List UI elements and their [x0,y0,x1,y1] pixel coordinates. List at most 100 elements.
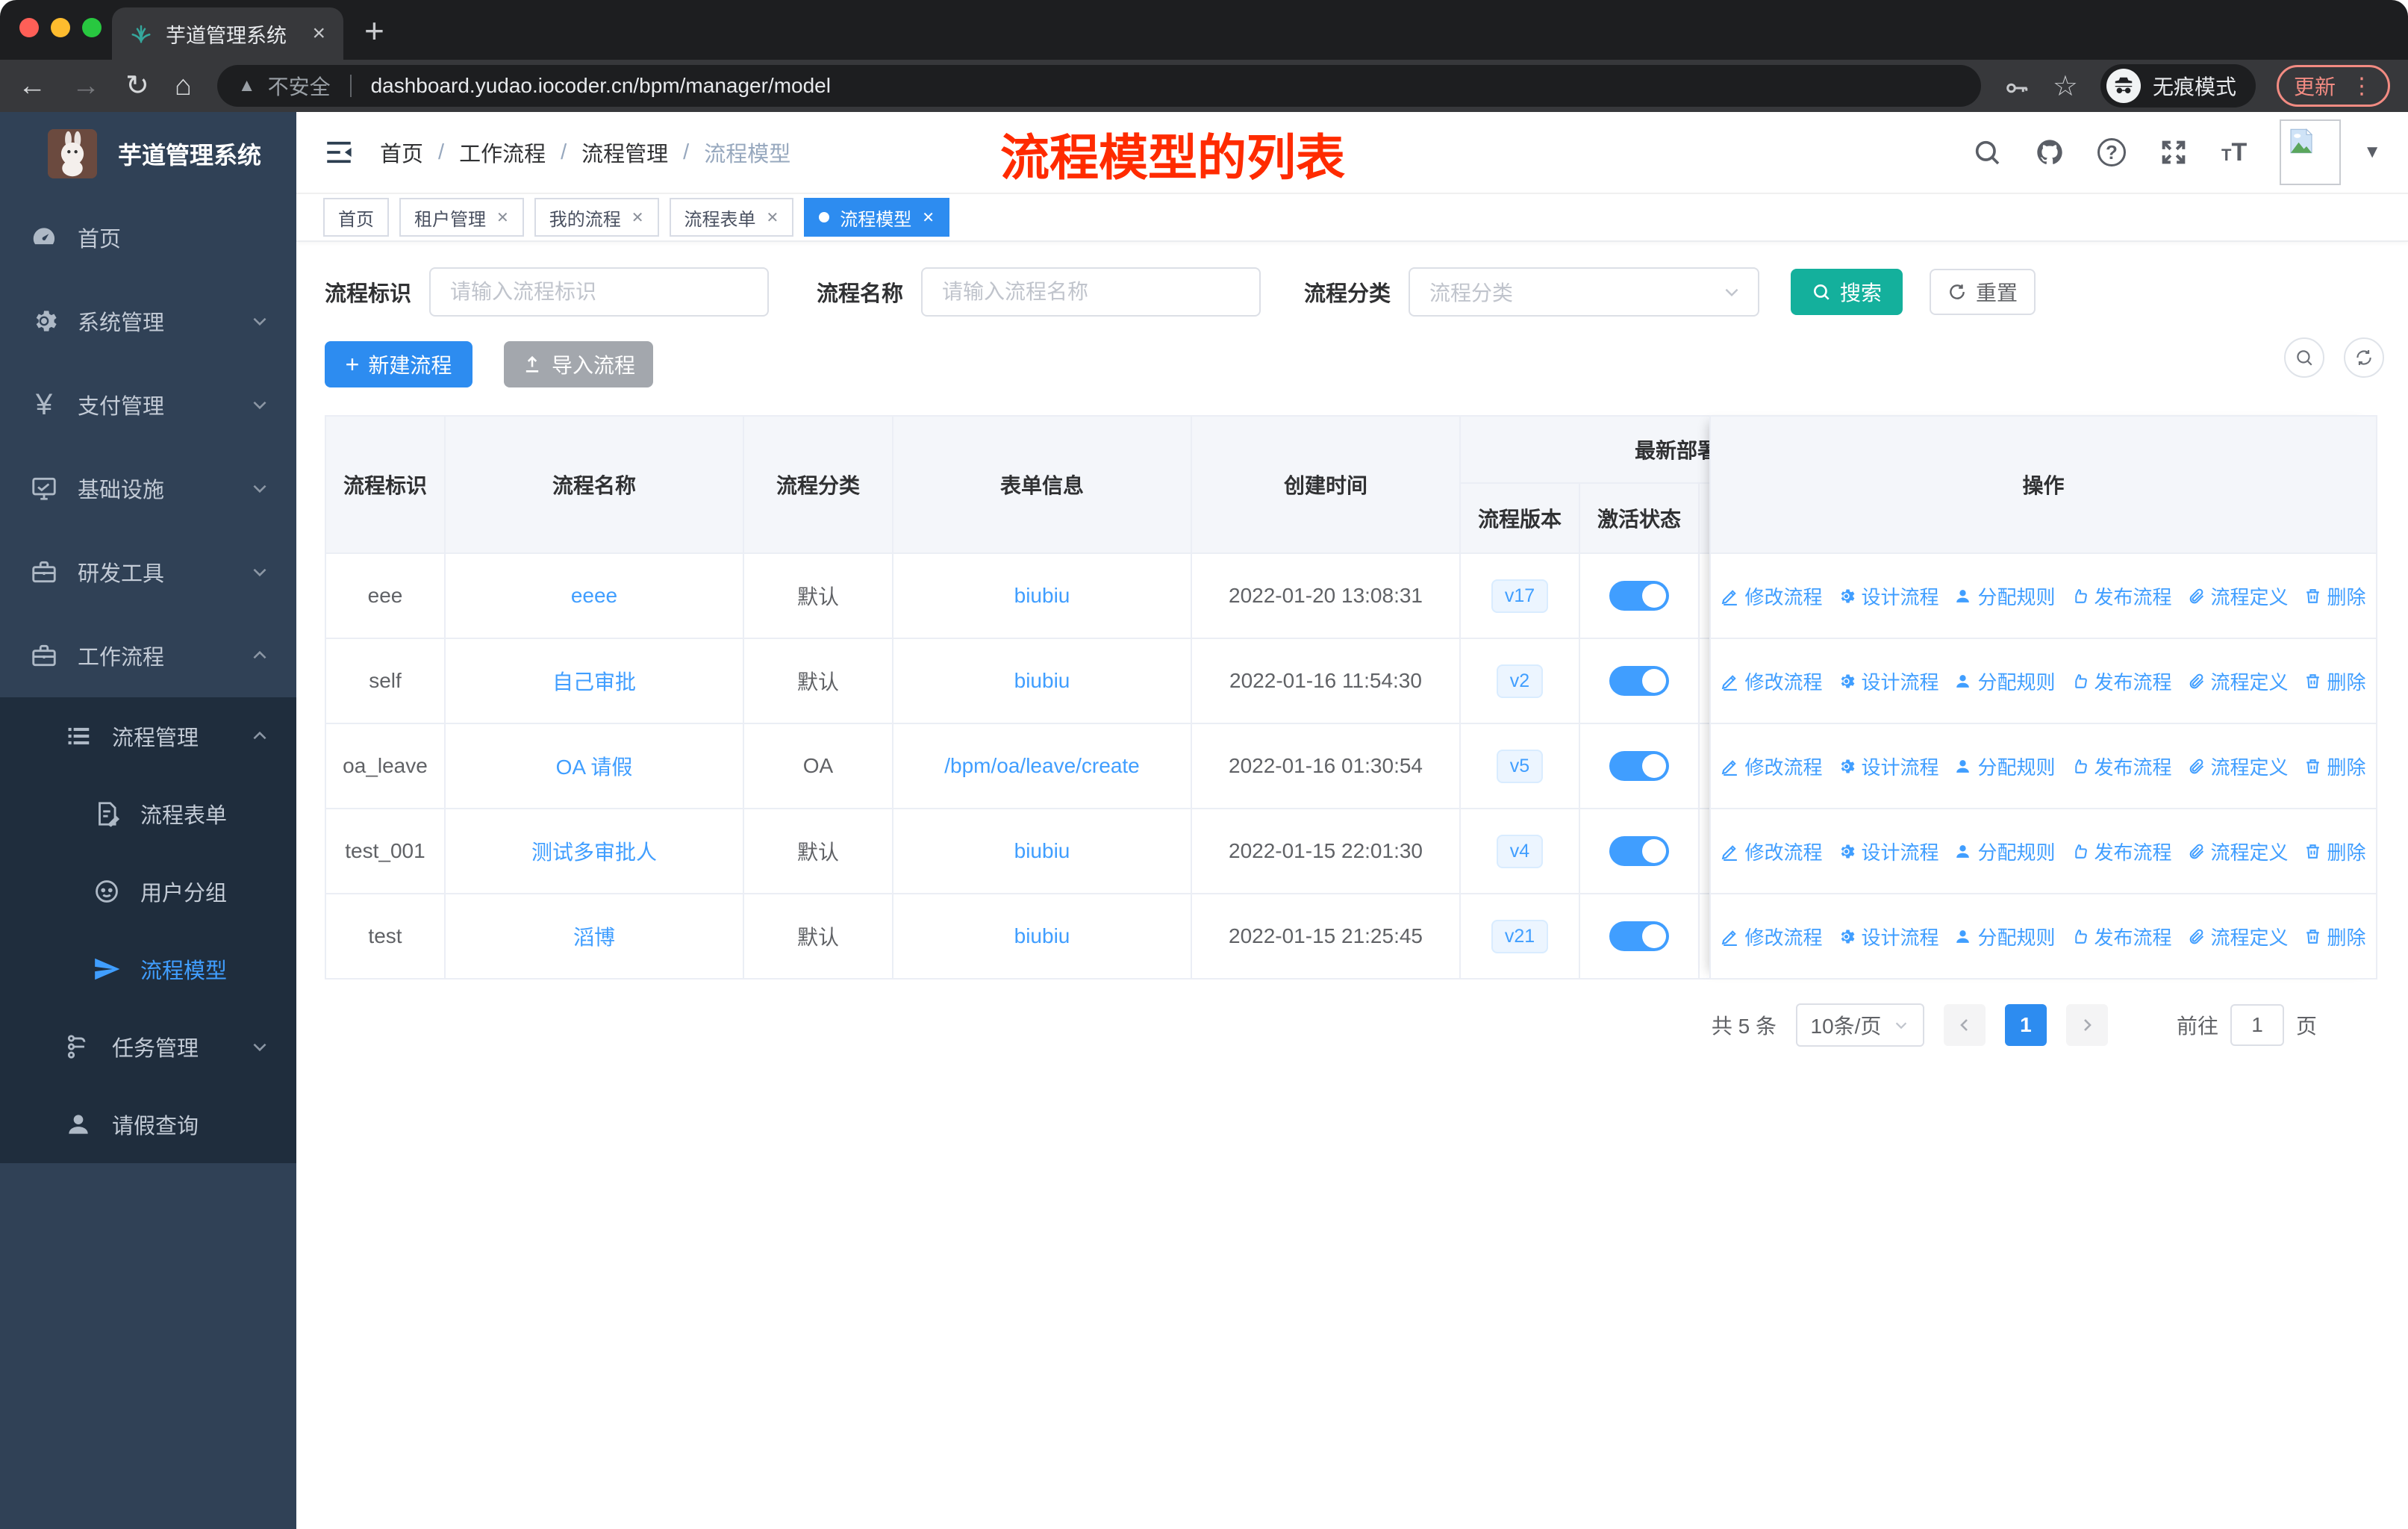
process-definition-link[interactable]: 流程定义 [2187,667,2289,695]
toggle-search-button[interactable] [2284,337,2324,378]
sidebar-item-task-manage[interactable]: 任务管理 [0,1008,296,1086]
process-name-link[interactable]: 滔博 [573,921,615,951]
publish-process-link[interactable]: 发布流程 [2071,753,2172,780]
sidebar-item-infrastructure[interactable]: 基础设施 [0,446,296,530]
avatar[interactable] [2280,119,2342,185]
goto-page-input[interactable] [2230,1004,2284,1046]
process-definition-link[interactable]: 流程定义 [2187,753,2289,780]
design-process-link[interactable]: 设计流程 [1837,753,1938,780]
tag-close-icon[interactable]: ✕ [631,208,644,227]
process-definition-link[interactable]: 流程定义 [2187,582,2289,610]
security-warning-icon[interactable]: ▲ [238,75,256,96]
search-button[interactable]: 搜索 [1791,269,1903,315]
refresh-table-button[interactable] [2344,337,2384,378]
sidebar-item-leave-query[interactable]: 请假查询 [0,1086,296,1163]
form-link[interactable]: biubiu [1014,924,1070,948]
github-icon[interactable] [2035,137,2065,167]
browser-tab[interactable]: 芋道管理系统 × [112,7,343,60]
tag-close-icon[interactable]: ✕ [767,208,779,227]
import-process-button[interactable]: 导入流程 [504,341,653,387]
help-icon[interactable]: ? [2097,138,2126,166]
assign-rule-link[interactable]: 分配规则 [1953,753,2056,780]
tag-process-model[interactable]: 流程模型 ✕ [804,198,950,237]
sidebar-item-home[interactable]: 首页 [0,196,296,279]
edit-process-link[interactable]: 修改流程 [1721,923,1822,950]
edit-process-link[interactable]: 修改流程 [1721,753,1822,780]
tag-tenant[interactable]: 租户管理 ✕ [399,198,524,237]
active-toggle[interactable] [1609,921,1669,951]
next-page-button[interactable] [2065,1004,2108,1046]
design-process-link[interactable]: 设计流程 [1837,838,1938,865]
edit-process-link[interactable]: 修改流程 [1721,838,1822,865]
search-icon[interactable] [1972,137,2002,167]
reload-icon[interactable]: ↻ [125,72,149,100]
active-toggle[interactable] [1609,666,1669,696]
sidebar-item-payment[interactable]: ¥ 支付管理 [0,363,296,446]
sidebar-item-devtools[interactable]: 研发工具 [0,530,296,614]
process-name-link[interactable]: OA 请假 [556,751,633,781]
category-select[interactable]: 流程分类 [1409,267,1760,317]
tag-close-icon[interactable]: ✕ [922,208,935,227]
forward-icon[interactable]: → [72,72,100,100]
process-name-input[interactable] [921,267,1261,317]
design-process-link[interactable]: 设计流程 [1837,923,1938,950]
process-definition-link[interactable]: 流程定义 [2187,838,2289,865]
tab-close-icon[interactable]: × [312,21,325,46]
delete-link[interactable]: 删除 [2303,753,2366,780]
assign-rule-link[interactable]: 分配规则 [1953,923,2056,950]
edit-process-link[interactable]: 修改流程 [1721,667,1822,695]
publish-process-link[interactable]: 发布流程 [2071,923,2172,950]
active-toggle[interactable] [1609,581,1669,611]
browser-menu-icon[interactable]: ⋮ [2351,73,2373,99]
sidebar-fold-icon[interactable] [323,137,355,168]
caret-down-icon[interactable]: ▼ [2363,142,2381,163]
form-link[interactable]: biubiu [1014,669,1070,693]
tag-my-process[interactable]: 我的流程 ✕ [534,198,659,237]
form-link[interactable]: /bpm/oa/leave/create [944,754,1140,778]
process-key-input[interactable] [429,267,770,317]
publish-process-link[interactable]: 发布流程 [2071,582,2172,610]
sidebar-item-user-group[interactable]: 用户分组 [0,853,296,930]
process-name-link[interactable]: 自己审批 [552,666,636,696]
process-name-link[interactable]: eeee [571,584,617,608]
new-tab-button[interactable]: + [364,10,384,51]
delete-link[interactable]: 删除 [2303,923,2366,950]
delete-link[interactable]: 删除 [2303,582,2366,610]
page-number-current[interactable]: 1 [2004,1004,2047,1046]
breadcrumb-process-manage[interactable]: 流程管理 [581,137,668,168]
sidebar-item-process-model[interactable]: 流程模型 [0,930,296,1008]
edit-process-link[interactable]: 修改流程 [1721,582,1822,610]
process-name-link[interactable]: 测试多审批人 [531,836,657,866]
assign-rule-link[interactable]: 分配规则 [1953,838,2056,865]
delete-link[interactable]: 删除 [2303,838,2366,865]
process-definition-link[interactable]: 流程定义 [2187,923,2289,950]
sidebar-item-process-manage[interactable]: 流程管理 [0,697,296,775]
design-process-link[interactable]: 设计流程 [1837,582,1938,610]
sidebar-item-process-form[interactable]: 流程表单 [0,775,296,853]
browser-update-button[interactable]: 更新 ⋮ [2276,65,2390,107]
page-size-select[interactable]: 10条/页 [1795,1003,1924,1047]
fullscreen-icon[interactable] [2159,137,2189,167]
reset-button[interactable]: 重置 [1930,269,2036,315]
address-bar[interactable]: ▲ 不安全 dashboard.yudao.iocoder.cn/bpm/man… [216,65,1981,107]
tag-process-form[interactable]: 流程表单 ✕ [669,198,794,237]
maximize-window-button[interactable] [82,18,102,37]
page-url[interactable]: dashboard.yudao.iocoder.cn/bpm/manager/m… [371,74,831,98]
minimize-window-button[interactable] [51,18,70,37]
assign-rule-link[interactable]: 分配规则 [1953,582,2056,610]
sidebar-item-workflow[interactable]: 工作流程 [0,614,296,697]
breadcrumb-home[interactable]: 首页 [380,137,423,168]
tag-close-icon[interactable]: ✕ [496,208,509,227]
tag-home[interactable]: 首页 [323,198,389,237]
publish-process-link[interactable]: 发布流程 [2071,838,2172,865]
publish-process-link[interactable]: 发布流程 [2071,667,2172,695]
form-link[interactable]: biubiu [1014,584,1070,608]
font-size-icon[interactable]: TT [2221,138,2247,167]
app-logo-row[interactable]: 芋道管理系统 [0,112,296,196]
active-toggle[interactable] [1609,836,1669,866]
key-icon[interactable] [2003,72,2030,99]
back-icon[interactable]: ← [18,72,46,100]
create-process-button[interactable]: + 新建流程 [325,341,472,387]
bookmark-star-icon[interactable]: ☆ [2053,69,2078,103]
home-icon[interactable]: ⌂ [175,72,192,100]
